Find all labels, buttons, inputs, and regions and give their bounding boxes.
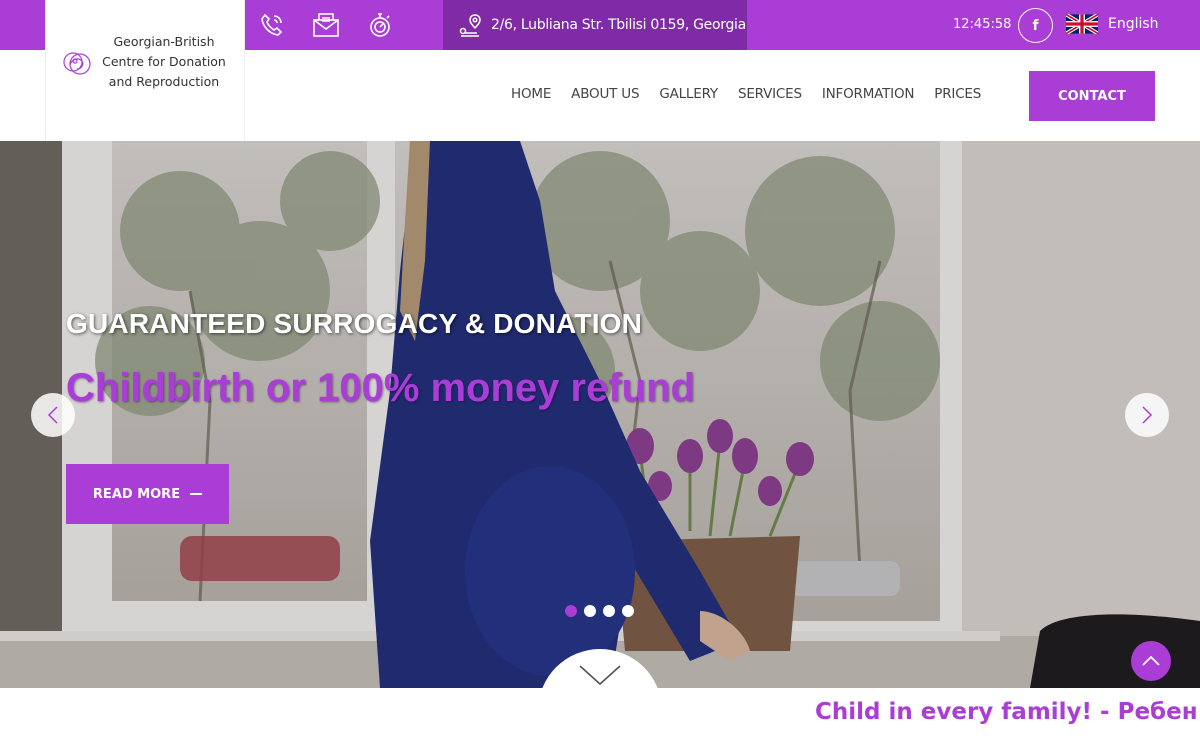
hero-title: Childbirth or 100% money refund (66, 366, 695, 410)
logo-line-1: Georgian-British (113, 33, 215, 49)
read-more-button[interactable]: READ MORE (66, 464, 229, 524)
hero-subtitle: GUARANTEED SURROGACY & DONATION (66, 308, 643, 339)
language-label: English (1108, 16, 1159, 32)
address-link[interactable]: 2/6, Lubliana Str. Tbilisi 0159, Georgia (443, 0, 747, 50)
clock-time: 12:45:58 (953, 17, 1012, 32)
main-nav: HOME ABOUT US GALLERY SERVICES INFORMATI… (511, 86, 1001, 102)
chevron-right-icon (1142, 406, 1153, 424)
facebook-icon[interactable]: f (1018, 8, 1053, 43)
logo-line-2: Centre for Donation (102, 53, 226, 69)
logo-text: Georgian-British Centre for Donation and… (102, 32, 226, 92)
marquee-banner: Child in every family! - Ребен (0, 688, 1200, 740)
mail-icon[interactable] (299, 0, 353, 50)
chevron-down-icon (579, 665, 621, 686)
chevron-up-icon (1142, 655, 1160, 666)
address-text: 2/6, Lubliana Str. Tbilisi 0159, Georgia (491, 17, 746, 33)
site-logo[interactable]: Georgian-British Centre for Donation and… (45, 0, 245, 141)
nav-item-gallery[interactable]: GALLERY (659, 86, 718, 102)
slider-dot-2[interactable] (584, 605, 596, 617)
stopwatch-icon[interactable] (353, 0, 407, 50)
language-selector[interactable]: English (1066, 14, 1159, 34)
chevron-left-icon (47, 406, 58, 424)
uk-flag-icon (1066, 14, 1098, 34)
slider-dots (565, 605, 641, 617)
dash-icon (190, 493, 203, 495)
top-contact-icons (245, 0, 407, 50)
nav-item-services[interactable]: SERVICES (738, 86, 802, 102)
nav-item-prices[interactable]: PRICES (934, 86, 981, 102)
slider-next-button[interactable] (1125, 393, 1169, 437)
phone-icon[interactable] (245, 0, 299, 50)
slider-dot-4[interactable] (622, 605, 634, 617)
back-to-top-button[interactable] (1131, 641, 1171, 681)
slider-dot-1[interactable] (565, 605, 577, 617)
nav-item-information[interactable]: INFORMATION (822, 86, 915, 102)
logo-mark-icon (63, 51, 91, 75)
contact-button[interactable]: CONTACT (1029, 71, 1155, 121)
nav-item-about-us[interactable]: ABOUT US (571, 86, 639, 102)
location-pin-icon (459, 14, 481, 37)
read-more-label: READ MORE (92, 486, 181, 502)
nav-item-home[interactable]: HOME (511, 86, 551, 102)
slider-prev-button[interactable] (31, 393, 75, 437)
slider-dot-3[interactable] (603, 605, 615, 617)
logo-line-3: and Reproduction (108, 73, 220, 89)
hero-slider: GUARANTEED SURROGACY & DONATION Childbir… (0, 141, 1200, 688)
marquee-text: Child in every family! - Ребен (815, 699, 1198, 725)
